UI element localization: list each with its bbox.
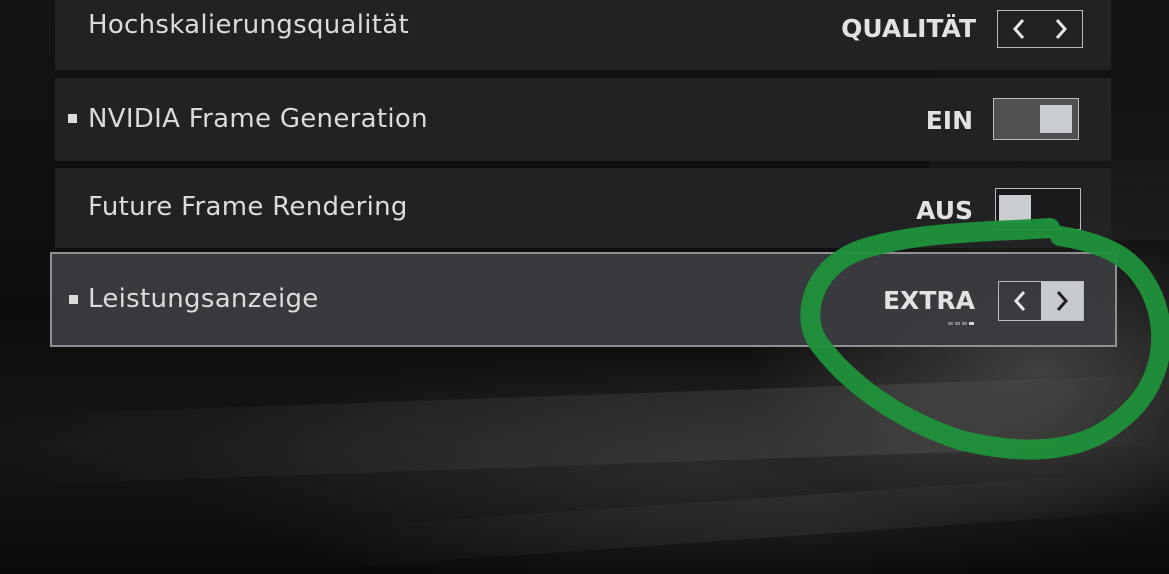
background-streak (0, 374, 1169, 486)
setting-row-frame-generation[interactable]: NVIDIA Frame Generation EIN (55, 78, 1111, 161)
chevron-left-icon[interactable] (998, 11, 1040, 47)
toggle-knob (999, 195, 1031, 223)
setting-label: Future Frame Rendering (88, 192, 408, 222)
chevron-right-icon[interactable] (1040, 11, 1082, 47)
background-streak (300, 469, 1169, 571)
setting-label: Hochskalierungsqualität (88, 10, 410, 40)
changed-marker-icon (68, 114, 77, 123)
option-dot (969, 322, 974, 325)
setting-row-performance-overlay[interactable]: Leistungsanzeige EXTRA (50, 252, 1117, 347)
option-dot (962, 322, 967, 325)
setting-value: AUS (916, 196, 973, 225)
option-dot (948, 322, 953, 325)
setting-value: QUALITÄT (841, 14, 976, 43)
option-position-indicator (948, 322, 974, 325)
changed-marker-icon (69, 295, 78, 304)
option-stepper (998, 281, 1084, 321)
option-dot (955, 322, 960, 325)
toggle-knob (1040, 105, 1072, 133)
frame-generation-toggle[interactable] (993, 98, 1079, 140)
future-frame-rendering-toggle[interactable] (995, 188, 1081, 230)
setting-value: EXTRA (882, 286, 975, 315)
chevron-left-icon[interactable] (999, 282, 1041, 320)
option-stepper (997, 10, 1083, 48)
setting-label: NVIDIA Frame Generation (88, 104, 428, 134)
chevron-right-icon[interactable] (1041, 282, 1083, 320)
setting-row-future-frame-rendering[interactable]: Future Frame Rendering AUS (55, 168, 1111, 248)
setting-label: Leistungsanzeige (88, 284, 319, 314)
setting-value: EIN (925, 106, 973, 135)
setting-row-upscaling-quality[interactable]: Hochskalierungsqualität QUALITÄT (55, 0, 1111, 70)
